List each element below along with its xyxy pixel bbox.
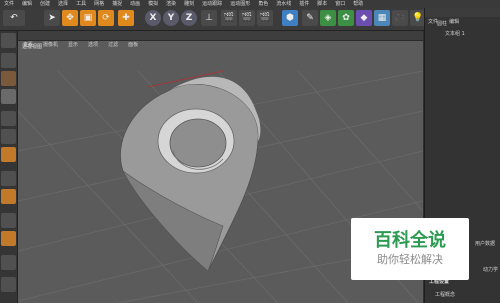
camera-icon: 🎥 (394, 13, 406, 23)
lock-workplane-button[interactable] (1, 231, 16, 246)
pen-button[interactable]: ✎ (302, 10, 318, 26)
axis-x-button[interactable]: X (145, 10, 161, 26)
plus-icon: ✚ (122, 13, 130, 23)
project-setting-row[interactable]: 工程概念 (435, 291, 455, 298)
menu-item-13[interactable]: 角色 (254, 0, 272, 8)
deformer-icon: ◆ (360, 13, 368, 23)
cursor-icon: ➤ (48, 13, 56, 23)
menu-item-9[interactable]: 渲染 (162, 0, 180, 8)
move-icon: ✥ (66, 13, 74, 23)
coord-system-button[interactable]: ⊥ (201, 10, 217, 26)
cloner-icon: ✿ (342, 13, 350, 23)
menu-item-4[interactable]: 工具 (72, 0, 90, 8)
subdivision-icon: ◈ (324, 13, 332, 23)
deformer-button[interactable]: ◆ (356, 10, 372, 26)
axis-y-button[interactable]: Y (163, 10, 179, 26)
menu-item-16[interactable]: 脚本 (313, 0, 331, 8)
pin-hole (169, 118, 227, 168)
axis-mode-button[interactable] (1, 171, 16, 186)
menu-item-0[interactable]: 文件 (0, 0, 18, 8)
rotate-icon: ⟳ (102, 13, 110, 23)
watermark-logo: 百科全说 助你轻松解决 (351, 218, 469, 280)
menu-item-3[interactable]: 选择 (54, 0, 72, 8)
render-settings-button[interactable]: 🎬 (257, 10, 273, 26)
rotate-tool-button[interactable]: ⟳ (98, 10, 114, 26)
texture-mode-button[interactable] (1, 71, 16, 86)
scale-icon: ▣ (83, 13, 93, 23)
model-mode-button[interactable] (1, 53, 16, 68)
menu-item-6[interactable]: 捕捉 (108, 0, 126, 8)
object-item[interactable]: 圆柱 (437, 20, 447, 27)
move-tool-button[interactable]: ✥ (62, 10, 78, 26)
floor-button[interactable]: ▦ (374, 10, 390, 26)
subdivision-button[interactable]: ◈ (320, 10, 336, 26)
menu-item-17[interactable]: 窗口 (331, 0, 349, 8)
sculpt-button[interactable] (1, 255, 16, 270)
workplane-mode-button[interactable] (1, 89, 16, 104)
left-tool-palette (0, 31, 18, 303)
cube-button[interactable]: ⬢ (282, 10, 298, 26)
tab-edit[interactable]: 编辑 (446, 19, 462, 25)
attr-tab-userdata[interactable]: 用户数据 (475, 240, 495, 247)
watermark-title: 百科全说 (374, 230, 446, 251)
pen-icon: ✎ (306, 13, 314, 23)
cube-icon: ⬢ (286, 13, 294, 23)
render-picture-button[interactable]: 🎬 (239, 10, 255, 26)
main-toolbar: ↶ ➤ ✥ ▣ ⟳ ✚ X Y Z ⊥ 🎬 🎬 🎬 ⬢ ✎ ◈ ✿ ◆ ▦ 🎥 … (0, 8, 430, 31)
menu-item-10[interactable]: 雕刻 (180, 0, 198, 8)
points-mode-button[interactable] (1, 111, 16, 126)
watermark-subtitle: 助你轻松解决 (377, 253, 443, 266)
render-view-button[interactable]: 🎬 (221, 10, 237, 26)
coordinate-icon: ⊥ (205, 13, 213, 23)
select-tool-button[interactable]: ➤ (44, 10, 60, 26)
location-pin-model[interactable] (120, 76, 261, 272)
cloner-button[interactable]: ✿ (338, 10, 354, 26)
undo-icon: ↶ (10, 13, 18, 23)
menu-item-2[interactable]: 创建 (36, 0, 54, 8)
snap-button[interactable] (1, 213, 16, 228)
light-bulb-icon: 💡 (412, 13, 424, 23)
menu-item-8[interactable]: 模拟 (144, 0, 162, 8)
menu-item-14[interactable]: 流水线 (272, 0, 295, 8)
clapper-play-icon: 🎬 (241, 13, 253, 23)
menu-item-12[interactable]: 运动图形 (226, 0, 254, 8)
child-object-item[interactable]: 文本组 1 (445, 30, 465, 37)
texture-view-button[interactable] (1, 277, 16, 292)
axis-y-label: Y (167, 13, 175, 23)
clapper-icon: 🎬 (223, 13, 235, 23)
camera-button[interactable]: 🎥 (392, 10, 408, 26)
menu-item-5[interactable]: 网格 (90, 0, 108, 8)
grid-plane-icon: ▦ (377, 13, 387, 23)
menu-item-15[interactable]: 插件 (295, 0, 313, 8)
axis-z-label: Z (185, 13, 193, 23)
scale-tool-button[interactable]: ▣ (80, 10, 96, 26)
clapper-gear-icon: 🎬 (259, 13, 271, 23)
add-tool-button[interactable]: ✚ (118, 10, 134, 26)
undo-button[interactable]: ↶ (3, 10, 25, 26)
attr-tab-dynamics[interactable]: 动力学 (483, 266, 498, 273)
axis-z-button[interactable]: Z (181, 10, 197, 26)
make-editable-button[interactable] (1, 33, 16, 48)
menu-item-1[interactable]: 编辑 (18, 0, 36, 8)
object-manager-header: 文件 编辑 (425, 8, 500, 25)
menu-item-7[interactable]: 动画 (126, 0, 144, 8)
axis-x-label: X (149, 13, 157, 23)
edges-mode-button[interactable] (1, 129, 16, 144)
menu-item-18[interactable]: 帮助 (349, 0, 367, 8)
menu-item-11[interactable]: 运动跟踪 (198, 0, 226, 8)
polygons-mode-button[interactable] (1, 147, 16, 162)
tweak-mode-button[interactable] (1, 189, 16, 204)
